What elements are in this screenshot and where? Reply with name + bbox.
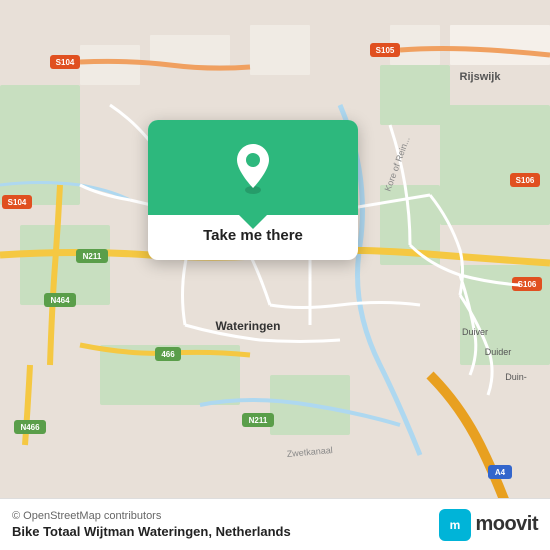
popup-green-section (148, 120, 358, 215)
svg-text:S106: S106 (516, 176, 535, 185)
svg-text:Duiver: Duiver (462, 327, 488, 337)
svg-text:Duin-: Duin- (505, 372, 527, 382)
svg-text:A4: A4 (495, 468, 506, 477)
svg-text:m: m (450, 518, 461, 532)
svg-text:N211: N211 (83, 252, 102, 261)
svg-text:N464: N464 (50, 296, 70, 305)
svg-text:N211: N211 (249, 416, 268, 425)
svg-text:S104: S104 (8, 198, 27, 207)
svg-text:S104: S104 (56, 58, 75, 67)
svg-text:466: 466 (161, 350, 175, 359)
map-background: N211 N211 N464 N466 466 A4 S104 S104 S10… (0, 0, 550, 550)
svg-text:Duider: Duider (485, 347, 512, 357)
map-container: N211 N211 N464 N466 466 A4 S104 S104 S10… (0, 0, 550, 550)
moovit-icon: m (439, 509, 471, 541)
svg-text:Wateringen: Wateringen (216, 319, 281, 333)
popup-arrow (239, 215, 267, 229)
moovit-logo: m moovit (439, 509, 538, 541)
popup-card: Take me there (148, 120, 358, 260)
copyright-text: © OpenStreetMap contributors (12, 510, 291, 522)
footer: © OpenStreetMap contributors Bike Totaal… (0, 498, 550, 550)
moovit-text: moovit (475, 513, 538, 536)
footer-left: © OpenStreetMap contributors Bike Totaal… (12, 510, 291, 539)
location-pin-icon (231, 142, 275, 194)
svg-text:Rijswijk: Rijswijk (460, 71, 502, 83)
location-name: Bike Totaal Wijtman Wateringen, Netherla… (12, 524, 291, 539)
svg-text:N466: N466 (20, 423, 40, 432)
svg-text:S106: S106 (518, 280, 537, 289)
svg-text:S105: S105 (376, 46, 395, 55)
